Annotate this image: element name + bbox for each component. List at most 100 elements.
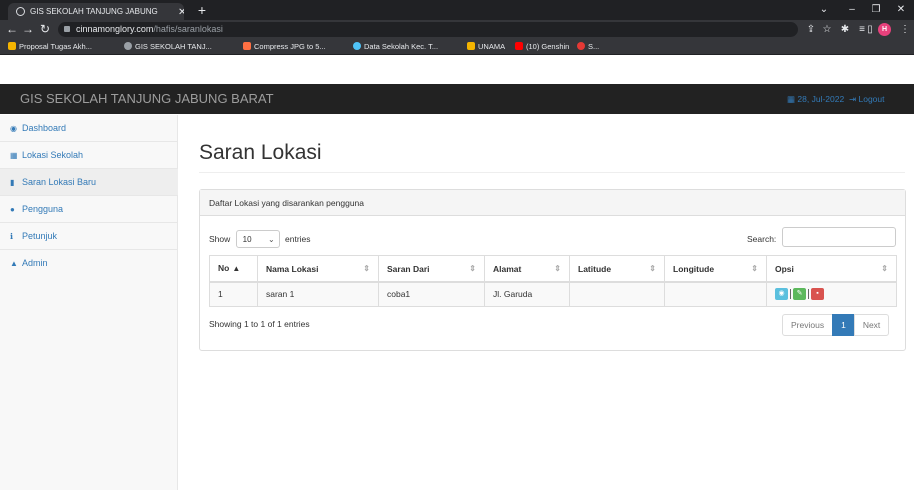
sort-icon: ⇕: [649, 264, 656, 273]
bookmark-icon: [467, 42, 475, 50]
tab-search-icon[interactable]: ⌄: [816, 2, 832, 18]
cell-saran-dari: coba1: [378, 281, 485, 307]
bookmark-item[interactable]: Data Sekolah Kec. T...: [353, 39, 438, 55]
new-tab-button[interactable]: +: [194, 2, 210, 18]
search-label: Search:: [747, 234, 777, 244]
browser-tab-title: GIS SEKOLAH TANJUNG JABUNG: [30, 7, 158, 16]
url-host: cinnamonglory.com: [76, 24, 154, 34]
sidebar-item-saran-lokasi-baru[interactable]: ▮ Saran Lokasi Baru: [0, 169, 178, 196]
bookmarks-bar: Proposal Tugas Akh... GIS SEKOLAH TANJ..…: [0, 39, 914, 55]
sort-icon: ⇕: [363, 264, 370, 273]
column-header-no[interactable]: No ▲: [209, 255, 258, 283]
info-icon: ℹ: [10, 232, 14, 241]
logout-link[interactable]: ⇥ Logout: [849, 84, 884, 114]
suggestions-table: No ▲ Nama Lokasi ⇕ Saran Dari ⇕ Alamat ⇕ Lat…: [209, 255, 897, 307]
trash-icon: ▪: [816, 290, 819, 298]
forward-icon[interactable]: →: [20, 21, 36, 38]
page-length-select[interactable]: 10 ⌄: [235, 230, 280, 248]
sort-icon: ⇕: [554, 264, 561, 273]
edit-button[interactable]: ✎: [793, 288, 806, 301]
page-length-control: Show 10 ⌄ entries: [209, 230, 311, 248]
cell-alamat: Jl. Garuda: [484, 281, 570, 307]
title-divider: [199, 172, 905, 173]
bookmark-item[interactable]: Compress JPG to 5...: [243, 39, 326, 55]
youtube-icon: [515, 42, 523, 50]
bookmark-icon: [8, 42, 16, 50]
table-icon: ▦: [10, 151, 18, 160]
divider: [790, 289, 791, 300]
cell-no: 1: [209, 281, 258, 307]
bookmark-icon: [353, 42, 361, 50]
bookmark-icon: [124, 42, 132, 50]
users-icon: ●: [10, 205, 15, 214]
side-panel-icon[interactable]: ▯: [864, 22, 876, 37]
maximize-button[interactable]: ❐: [868, 2, 884, 18]
bookmark-item[interactable]: (10) Genshin: [515, 39, 569, 55]
page-1-button[interactable]: 1: [832, 314, 855, 336]
column-header-latitude[interactable]: Latitude ⇕: [569, 255, 665, 283]
cell-nama-lokasi: saran 1: [257, 281, 379, 307]
minimize-button[interactable]: –: [844, 2, 860, 18]
panel-heading: Daftar Lokasi yang disarankan pengguna: [200, 190, 905, 216]
share-icon[interactable]: ⇪: [804, 22, 818, 37]
next-button[interactable]: Next: [853, 314, 890, 336]
bookmark-item[interactable]: Proposal Tugas Akh...: [8, 39, 92, 55]
table-header-row: No ▲ Nama Lokasi ⇕ Saran Dari ⇕ Alamat ⇕ Lat…: [209, 255, 897, 283]
brand-title[interactable]: GIS SEKOLAH TANJUNG JABUNG BARAT: [20, 84, 274, 114]
cell-latitude: [569, 281, 665, 307]
eye-icon: ◉: [778, 290, 785, 298]
sort-icon: ⇕: [881, 264, 888, 273]
delete-button[interactable]: ▪: [811, 288, 824, 301]
sidebar-item-petunjuk[interactable]: ℹ Petunjuk: [0, 223, 178, 250]
previous-button[interactable]: Previous: [782, 314, 834, 336]
url-path: /hafis/saranlokasi: [153, 24, 223, 34]
bookmark-item[interactable]: GIS SEKOLAH TANJ...: [124, 39, 212, 55]
search-input[interactable]: [782, 227, 896, 247]
column-header-longitude[interactable]: Longitude ⇕: [664, 255, 767, 283]
pagination: Previous 1 Next: [782, 314, 890, 336]
extensions-icon[interactable]: ✱: [838, 22, 852, 37]
globe-icon: [16, 7, 25, 16]
calendar-icon: ▦: [787, 94, 798, 104]
divider: [808, 289, 809, 300]
lock-icon: [64, 26, 70, 32]
browser-tab[interactable]: GIS SEKOLAH TANJUNG JABUNG ✕: [8, 3, 184, 20]
nav-date: ▦ 28, Jul-2022: [787, 94, 845, 104]
cell-longitude: [664, 281, 767, 307]
browser-toolbar: ← → ↻ cinnamonglory.com/hafis/saranlokas…: [0, 20, 914, 39]
sidebar-item-dashboard[interactable]: ◉ Dashboard: [0, 115, 178, 142]
sidebar-item-pengguna[interactable]: ● Pengguna: [0, 196, 178, 223]
chevron-down-icon: ⌄: [267, 235, 275, 244]
cell-opsi: ◉ ✎ ▪: [766, 281, 897, 307]
suggestions-panel: Daftar Lokasi yang disarankan pengguna S…: [199, 189, 906, 351]
bookmark-item[interactable]: UNAMA: [467, 39, 505, 55]
back-icon[interactable]: ←: [4, 21, 20, 38]
star-icon[interactable]: ☆: [820, 22, 834, 37]
bookmark-item[interactable]: S...: [577, 39, 599, 55]
table-row: 1 saran 1 coba1 Jl. Garuda ◉ ✎ ▪: [209, 281, 897, 307]
column-header-opsi[interactable]: Opsi ⇕: [766, 255, 897, 283]
edit-icon: ✎: [796, 290, 803, 298]
page-title: Saran Lokasi: [199, 141, 322, 164]
browser-tab-bar: GIS SEKOLAH TANJUNG JABUNG ✕ + ⌄ – ❐ ✕: [0, 0, 914, 20]
close-window-button[interactable]: ✕: [893, 2, 909, 18]
column-header-alamat[interactable]: Alamat ⇕: [484, 255, 570, 283]
dashboard-icon: ◉: [10, 124, 17, 133]
sidebar-item-lokasi-sekolah[interactable]: ▦ Lokasi Sekolah: [0, 142, 178, 169]
column-header-saran-dari[interactable]: Saran Dari ⇕: [378, 255, 485, 283]
address-bar[interactable]: cinnamonglory.com/hafis/saranlokasi: [58, 22, 798, 37]
user-icon: ▲: [10, 259, 18, 268]
sidebar: ◉ Dashboard ▦ Lokasi Sekolah ▮ Saran Lokasi…: [0, 115, 178, 490]
view-button[interactable]: ◉: [775, 288, 788, 301]
sort-asc-icon: ▲: [232, 264, 241, 273]
profile-avatar[interactable]: H: [878, 23, 891, 36]
sort-icon: ⇕: [751, 264, 758, 273]
menu-icon[interactable]: ⋮: [898, 22, 912, 37]
book-icon: ▮: [10, 178, 15, 187]
sidebar-item-admin[interactable]: ▲ Admin: [0, 250, 178, 277]
table-info: Showing 1 to 1 of 1 entries: [209, 319, 310, 329]
reload-icon[interactable]: ↻: [37, 21, 53, 38]
app-navbar: GIS SEKOLAH TANJUNG JABUNG BARAT ▦ 28, J…: [0, 84, 914, 114]
tab-close-icon[interactable]: ✕: [178, 6, 184, 20]
column-header-nama-lokasi[interactable]: Nama Lokasi ⇕: [257, 255, 379, 283]
